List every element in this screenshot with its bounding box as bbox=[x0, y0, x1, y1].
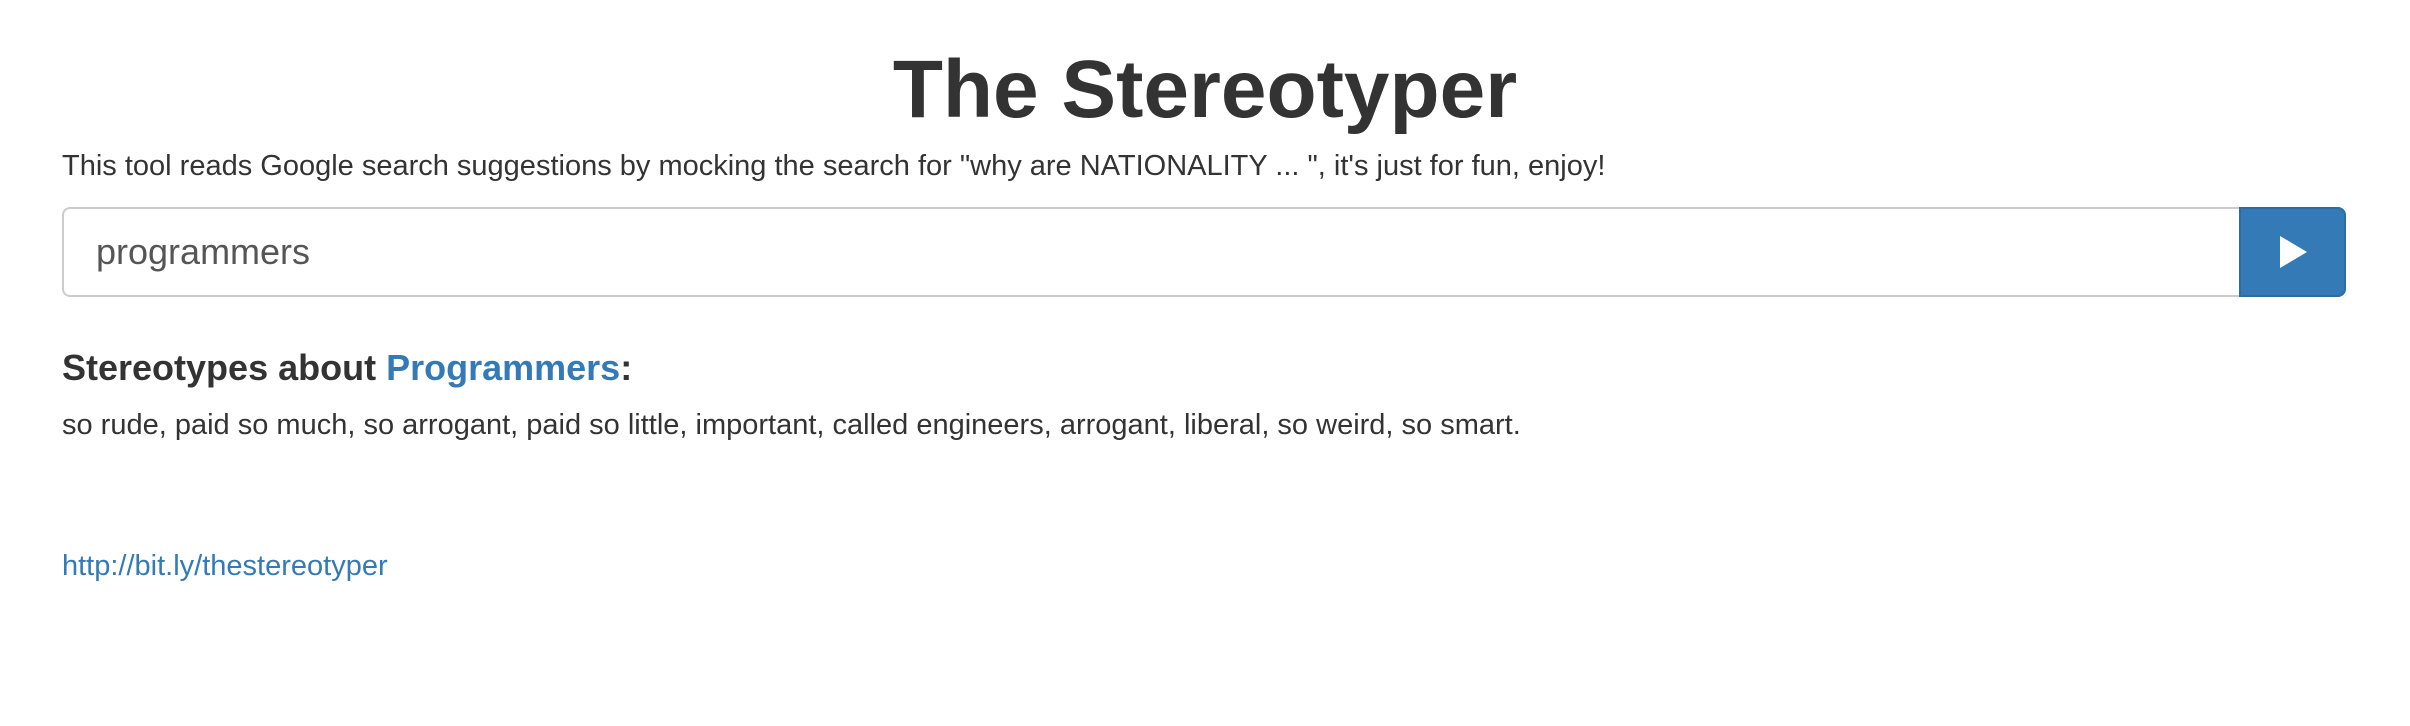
search-input[interactable] bbox=[62, 207, 2239, 297]
stereotypes-list: so rude, paid so much, so arrogant, paid… bbox=[62, 409, 1521, 441]
share-link[interactable]: http://bit.ly/thestereotyper bbox=[62, 546, 388, 586]
results-heading-prefix: Stereotypes about bbox=[62, 347, 387, 388]
tool-description: This tool reads Google search suggestion… bbox=[62, 150, 1606, 182]
search-form bbox=[62, 207, 2346, 297]
results-subject: Programmers bbox=[386, 347, 621, 388]
page: The Stereotyper This tool reads Google s… bbox=[0, 0, 2410, 726]
results-heading: Stereotypes about Programmers: bbox=[62, 343, 632, 393]
results-heading-suffix: : bbox=[620, 347, 633, 388]
play-icon bbox=[2279, 236, 2307, 268]
page-title: The Stereotyper bbox=[892, 44, 1518, 135]
search-submit-button[interactable] bbox=[2239, 207, 2346, 297]
